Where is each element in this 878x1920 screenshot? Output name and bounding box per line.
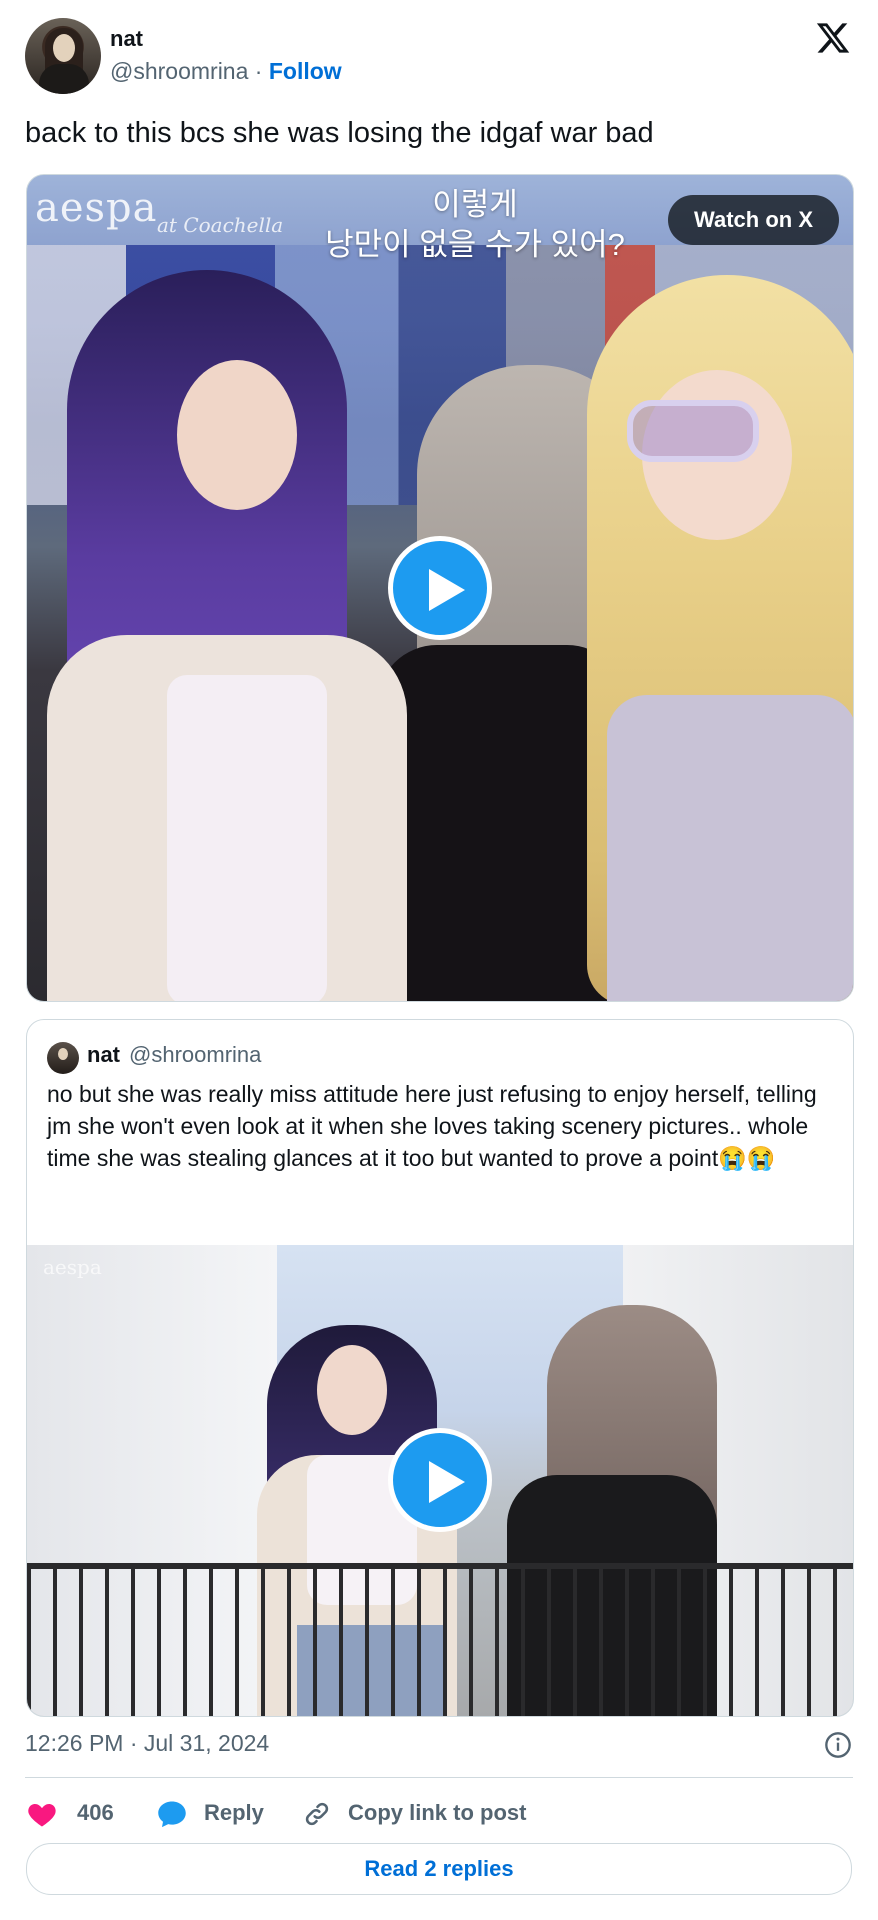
info-icon[interactable] [824, 1731, 852, 1759]
quoted-video-brand-watermark: aespa [43, 1255, 102, 1279]
reply-label: Reply [204, 1800, 264, 1825]
play-icon [429, 1461, 465, 1503]
x-logo-icon[interactable] [814, 20, 852, 56]
author-handle-row: @shroomrina · Follow [110, 58, 342, 85]
author-avatar[interactable] [25, 18, 101, 94]
watch-on-x-button[interactable]: Watch on X [668, 195, 839, 245]
quoted-post[interactable]: nat @shroomrina no but she was really mi… [26, 1019, 854, 1717]
copy-link-button[interactable]: Copy link to post [300, 1793, 580, 1833]
post-video[interactable]: aespa at Coachella 이렇게 낭만이 없을 수가 있어? Wat… [26, 174, 854, 1002]
quoted-play-button[interactable] [388, 1428, 492, 1532]
action-bar: 406 Reply Copy link to post [25, 1793, 853, 1833]
reply-bubble-icon [158, 1801, 186, 1828]
link-icon [305, 1802, 329, 1826]
quoted-post-text: no but she was really miss attitude here… [47, 1081, 817, 1171]
like-button[interactable]: 406 [25, 1793, 125, 1833]
quoted-author-avatar [47, 1042, 79, 1074]
quoted-author-handle: @shroomrina [129, 1042, 262, 1067]
post-timestamp[interactable]: 12:26 PM · Jul 31, 2024 [25, 1730, 269, 1757]
reply-button[interactable]: Reply [155, 1793, 295, 1833]
quoted-author-name: nat [87, 1042, 120, 1067]
author-display-name[interactable]: nat [110, 26, 143, 52]
like-count: 406 [77, 1800, 114, 1825]
post-text: back to this bcs she was losing the idga… [25, 117, 654, 149]
play-button[interactable] [388, 536, 492, 640]
play-icon [429, 569, 465, 611]
copy-link-label: Copy link to post [348, 1800, 527, 1825]
separator-dot: · [254, 58, 263, 84]
quoted-post-video[interactable]: aespa [27, 1245, 853, 1716]
author-handle[interactable]: @shroomrina [110, 58, 248, 84]
footer-divider [25, 1777, 853, 1778]
follow-link[interactable]: Follow [269, 58, 342, 84]
heart-icon [28, 1804, 56, 1827]
read-replies-button[interactable]: Read 2 replies [26, 1843, 852, 1895]
embedded-post: nat @shroomrina · Follow back to this bc… [0, 0, 878, 1920]
